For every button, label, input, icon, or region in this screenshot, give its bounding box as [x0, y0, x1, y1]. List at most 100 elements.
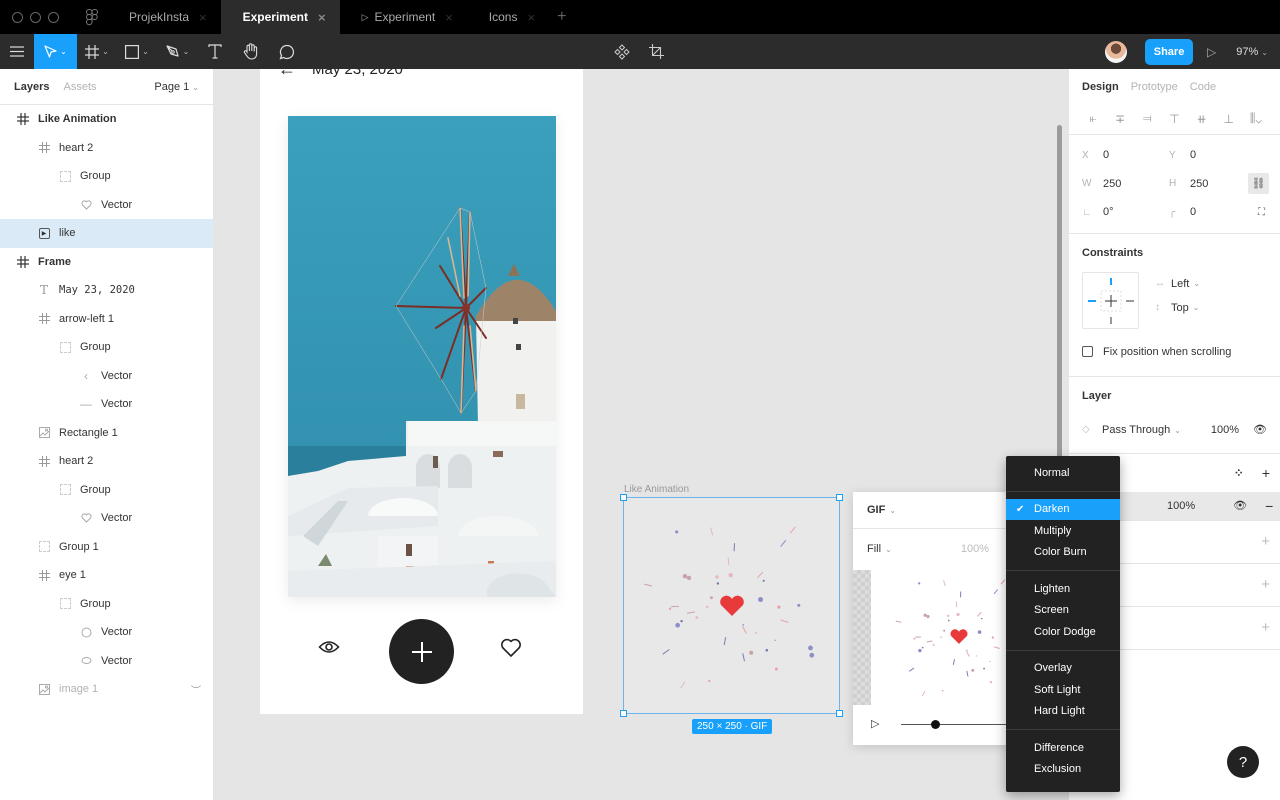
layer-item[interactable]: heart 2: [0, 134, 213, 163]
layer-opacity[interactable]: 100%: [1211, 424, 1239, 436]
tab-design[interactable]: Design: [1082, 81, 1119, 93]
frame-label-like-animation[interactable]: Like Animation: [624, 484, 689, 495]
layer-item[interactable]: Vector: [0, 647, 213, 676]
shape-tool-button[interactable]: ⌄: [117, 34, 157, 69]
crop-button[interactable]: [644, 34, 668, 69]
eye-icon[interactable]: 👁: [1233, 499, 1247, 512]
y-field[interactable]: Y0: [1169, 149, 1256, 161]
add-fill-button[interactable]: +: [1262, 465, 1270, 481]
resize-handle-top-right[interactable]: [836, 494, 843, 501]
layer-item[interactable]: Group 1: [0, 533, 213, 562]
rotation-field[interactable]: ∟ 0°: [1082, 206, 1169, 218]
close-tab-icon[interactable]: ×: [199, 10, 207, 25]
share-button[interactable]: Share: [1145, 38, 1194, 65]
layer-item[interactable]: Group: [0, 333, 213, 362]
hand-tool-button[interactable]: [233, 34, 269, 69]
blend-option-multiply[interactable]: Multiply: [1006, 520, 1120, 542]
arrow-left-icon[interactable]: ←: [278, 69, 296, 80]
tab-projekinsta[interactable]: ProjekInsta ×: [107, 0, 221, 34]
layer-item[interactable]: ‹ Vector: [0, 362, 213, 391]
frame-tool-button[interactable]: ⌄: [77, 34, 117, 69]
height-field[interactable]: H 250: [1169, 178, 1256, 190]
heart-icon[interactable]: [500, 638, 522, 661]
add-export-button[interactable]: +: [1261, 619, 1270, 636]
layer-item[interactable]: arrow-left 1: [0, 305, 213, 334]
layer-item[interactable]: — Vector: [0, 390, 213, 419]
x-field[interactable]: X0: [1082, 149, 1169, 161]
layer-item[interactable]: Vector: [0, 191, 213, 220]
resize-handle-bottom-right[interactable]: [836, 710, 843, 717]
tab-experiment[interactable]: Experiment ×: [220, 0, 340, 34]
tab-icons[interactable]: Icons ×: [467, 0, 549, 34]
independent-corners-icon[interactable]: ⛶: [1258, 207, 1265, 218]
blend-option-normal[interactable]: Normal: [1006, 462, 1120, 484]
maximize-window-button[interactable]: [48, 11, 59, 23]
horizontal-constraint-dropdown[interactable]: ↔ Left ⌄: [1155, 278, 1200, 290]
blend-option-color-dodge[interactable]: Color Dodge: [1006, 621, 1120, 643]
blend-mode-dropdown[interactable]: Pass Through ⌄: [1102, 424, 1181, 436]
close-window-button[interactable]: [12, 11, 23, 23]
close-tab-icon[interactable]: ×: [527, 10, 535, 25]
tab-layers[interactable]: Layers: [14, 81, 49, 93]
tab-experiment-prototype[interactable]: ▷ Experiment ×: [340, 0, 467, 34]
align-vertical-center-icon[interactable]: ⧺: [1192, 112, 1212, 126]
layer-item[interactable]: Like Animation: [0, 105, 213, 134]
blend-option-soft-light[interactable]: Soft Light: [1006, 679, 1120, 701]
layer-item[interactable]: Vector: [0, 618, 213, 647]
blend-option-overlay[interactable]: Overlay: [1006, 658, 1120, 680]
fix-position-checkbox[interactable]: [1082, 346, 1093, 357]
pen-tool-button[interactable]: ⌄: [157, 34, 197, 69]
layer-item[interactable]: Group: [0, 476, 213, 505]
move-tool-button[interactable]: ⌄: [34, 34, 77, 69]
zoom-dropdown[interactable]: 97% ⌄: [1236, 46, 1268, 58]
resize-handle-bottom-left[interactable]: [620, 710, 627, 717]
new-tab-button[interactable]: +: [557, 8, 566, 26]
distribute-icon[interactable]: ⫼⌄: [1246, 111, 1266, 126]
frame-phone[interactable]: ← May 23, 2020: [260, 69, 583, 714]
fill-mode-dropdown[interactable]: Fill ⌄: [867, 543, 892, 555]
layer-item[interactable]: Vector: [0, 504, 213, 533]
add-stroke-button[interactable]: +: [1261, 533, 1270, 550]
blend-option-lighten[interactable]: Lighten: [1006, 578, 1120, 600]
tab-assets[interactable]: Assets: [63, 81, 96, 93]
gif-timeline-slider[interactable]: [901, 724, 1013, 725]
comment-tool-button[interactable]: [269, 34, 305, 69]
main-menu-button[interactable]: [0, 34, 34, 69]
blend-option-darken[interactable]: ✔ Darken: [1006, 498, 1120, 520]
fill-opacity[interactable]: 100%: [961, 543, 989, 555]
add-post-button[interactable]: [389, 619, 454, 684]
close-tab-icon[interactable]: ×: [318, 10, 326, 25]
layer-item[interactable]: Frame: [0, 248, 213, 277]
present-button[interactable]: ▷: [1207, 45, 1216, 59]
eye-icon[interactable]: 👁: [1253, 423, 1267, 436]
blend-option-difference[interactable]: Difference: [1006, 737, 1120, 759]
minimize-window-button[interactable]: [30, 11, 41, 23]
page-selector[interactable]: Page 1 ⌄: [154, 81, 199, 93]
align-bottom-icon[interactable]: ⊥: [1219, 112, 1239, 126]
layer-item[interactable]: T May 23, 2020: [0, 276, 213, 305]
text-tool-button[interactable]: [197, 34, 233, 69]
layer-item[interactable]: ▶ like: [0, 219, 213, 248]
layer-item[interactable]: eye 1: [0, 561, 213, 590]
remove-fill-button[interactable]: −: [1265, 498, 1273, 514]
blend-option-exclusion[interactable]: Exclusion: [1006, 759, 1120, 781]
figma-logo-icon[interactable]: [77, 8, 107, 26]
constraints-widget[interactable]: [1082, 271, 1139, 329]
layer-item[interactable]: Rectangle 1: [0, 419, 213, 448]
resize-handle-top-left[interactable]: [620, 494, 627, 501]
layer-item[interactable]: Group: [0, 162, 213, 191]
blend-option-color-burn[interactable]: Color Burn: [1006, 542, 1120, 564]
windmill-photo[interactable]: [288, 116, 556, 597]
constrain-proportions-button[interactable]: ⛓: [1248, 173, 1269, 195]
help-button[interactable]: ?: [1227, 746, 1259, 778]
corner-radius-field[interactable]: ╭ 0: [1169, 206, 1256, 218]
width-field[interactable]: W 250: [1082, 178, 1169, 190]
play-gif-button[interactable]: ▷: [871, 717, 879, 730]
fill-type-dropdown[interactable]: GIF ⌄: [853, 492, 1013, 529]
fill-item-opacity[interactable]: 100%: [1167, 500, 1195, 512]
layer-item[interactable]: heart 2: [0, 447, 213, 476]
tab-code[interactable]: Code: [1190, 81, 1216, 93]
tab-prototype[interactable]: Prototype: [1131, 81, 1178, 93]
blend-option-screen[interactable]: Screen: [1006, 600, 1120, 622]
align-top-icon[interactable]: ⊤: [1164, 112, 1184, 126]
